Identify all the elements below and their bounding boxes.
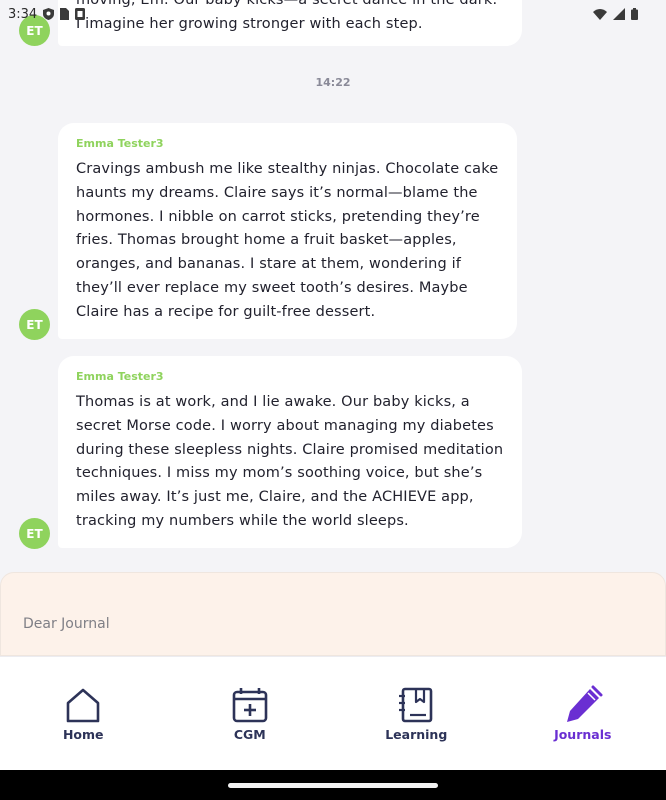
home-gesture-handle[interactable] xyxy=(228,783,438,788)
bottom-navigation: Home CGM Learning Journals xyxy=(0,656,666,770)
sim-card-icon xyxy=(60,8,70,20)
chat-thread[interactable]: moving, Em. Our baby kicks—a secret danc… xyxy=(0,0,666,572)
nav-label-home: Home xyxy=(62,727,104,742)
message-text: Cravings ambush me like stealthy ninjas.… xyxy=(76,161,499,320)
status-bar: 3:34 xyxy=(0,0,666,28)
message-author: Emma Tester3 xyxy=(76,370,164,383)
journal-composer xyxy=(0,572,666,656)
message-bubble: Emma Tester3 Cravings ambush me like ste… xyxy=(58,123,517,339)
nav-label-cgm: CGM xyxy=(233,727,266,742)
calendar-plus-icon xyxy=(232,688,268,723)
message-bubble: Emma Tester3 Thomas is at work, and I li… xyxy=(58,356,522,548)
nav-item-home[interactable]: Home xyxy=(0,657,167,770)
nav-item-journals[interactable]: Journals xyxy=(500,657,666,770)
time-divider: 14:22 xyxy=(315,76,351,89)
avatar: ET xyxy=(19,309,50,340)
system-navigation-bar xyxy=(0,770,666,800)
avatar: ET xyxy=(19,518,50,549)
journal-entry-input[interactable] xyxy=(23,613,623,635)
message-author: Emma Tester3 xyxy=(76,137,164,150)
shield-icon xyxy=(43,8,55,20)
battery-icon xyxy=(631,8,638,20)
nav-item-learning[interactable]: Learning xyxy=(333,657,500,770)
message-text: Thomas is at work, and I lie awake. Our … xyxy=(76,394,504,529)
book-icon xyxy=(399,687,433,723)
wifi-icon xyxy=(593,8,607,20)
home-icon xyxy=(66,688,100,723)
nav-item-cgm[interactable]: CGM xyxy=(167,657,334,770)
nav-label-journals: Journals xyxy=(554,727,612,742)
status-time: 3:34 xyxy=(8,6,38,22)
notification-icon xyxy=(75,8,86,20)
nav-label-learning: Learning xyxy=(385,727,448,742)
pen-icon xyxy=(566,685,603,722)
status-right xyxy=(593,8,658,20)
signal-icon xyxy=(613,8,625,20)
status-left: 3:34 xyxy=(8,6,86,22)
